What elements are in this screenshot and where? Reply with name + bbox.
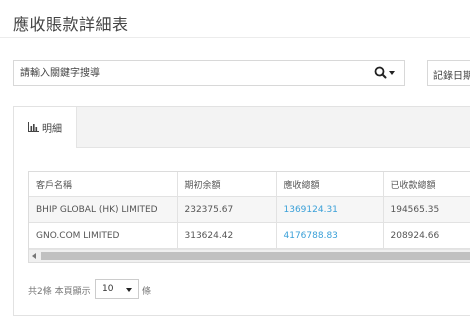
column-header-total-receivable[interactable]: 應收總額	[276, 172, 384, 197]
column-header-customer[interactable]: 客戶名稱	[29, 172, 178, 197]
table-row: GNO.COM LIMITED 313624.42 4176788.83 208…	[29, 222, 470, 249]
cell-opening-balance: 313624.42	[177, 222, 277, 249]
pager-suffix: 條	[142, 287, 152, 297]
detail-panel: 明細 客戶名稱 期初余額 應收總額 已收款總額 BHIP GLOBAL (HK)…	[13, 106, 470, 316]
tab-details[interactable]: 明細	[14, 107, 77, 148]
tab-bar: 明細	[14, 107, 470, 148]
cell-total-received: 194565.35	[383, 196, 470, 223]
page-size-value: 10	[102, 284, 114, 294]
cell-total-receivable-link[interactable]: 4176788.83	[276, 222, 384, 249]
table-container: 客戶名稱 期初余額 應收總額 已收款總額 BHIP GLOBAL (HK) LI…	[28, 171, 470, 263]
tab-label: 明細	[42, 124, 62, 135]
column-header-opening-balance[interactable]: 期初余額	[177, 172, 277, 197]
page-size-select[interactable]: 10	[95, 279, 139, 299]
column-header-total-received[interactable]: 已收款總額	[383, 172, 470, 197]
page-title: 應收賬款詳細表	[13, 15, 129, 34]
record-date-field[interactable]: 記錄日期	[427, 60, 470, 86]
search-input[interactable]	[20, 64, 360, 82]
cell-total-received: 208924.66	[383, 222, 470, 249]
pager-summary: 共2條 本頁顯示	[28, 287, 91, 297]
cell-total-receivable-link[interactable]: 1369124.31	[276, 196, 384, 223]
receivables-table: 客戶名稱 期初余額 應收總額 已收款總額 BHIP GLOBAL (HK) LI…	[29, 172, 470, 249]
record-date-label: 記錄日期	[433, 71, 470, 82]
search-icon	[374, 66, 395, 79]
scroll-left-arrow-icon[interactable]	[32, 253, 36, 259]
caret-down-icon	[389, 71, 395, 75]
table-row: BHIP GLOBAL (HK) LIMITED 232375.67 13691…	[29, 196, 470, 223]
cell-customer: BHIP GLOBAL (HK) LIMITED	[29, 196, 178, 223]
search-button[interactable]	[374, 66, 396, 80]
title-divider	[0, 37, 470, 38]
scrollbar-thumb[interactable]	[41, 252, 470, 260]
table-header-row: 客戶名稱 期初余額 應收總額 已收款總額	[29, 172, 470, 197]
search-box	[13, 60, 405, 86]
bar-chart-icon	[28, 122, 39, 132]
cell-opening-balance: 232375.67	[177, 196, 277, 223]
cell-customer: GNO.COM LIMITED	[29, 222, 178, 249]
horizontal-scrollbar[interactable]	[29, 249, 470, 262]
caret-down-icon	[126, 288, 132, 292]
